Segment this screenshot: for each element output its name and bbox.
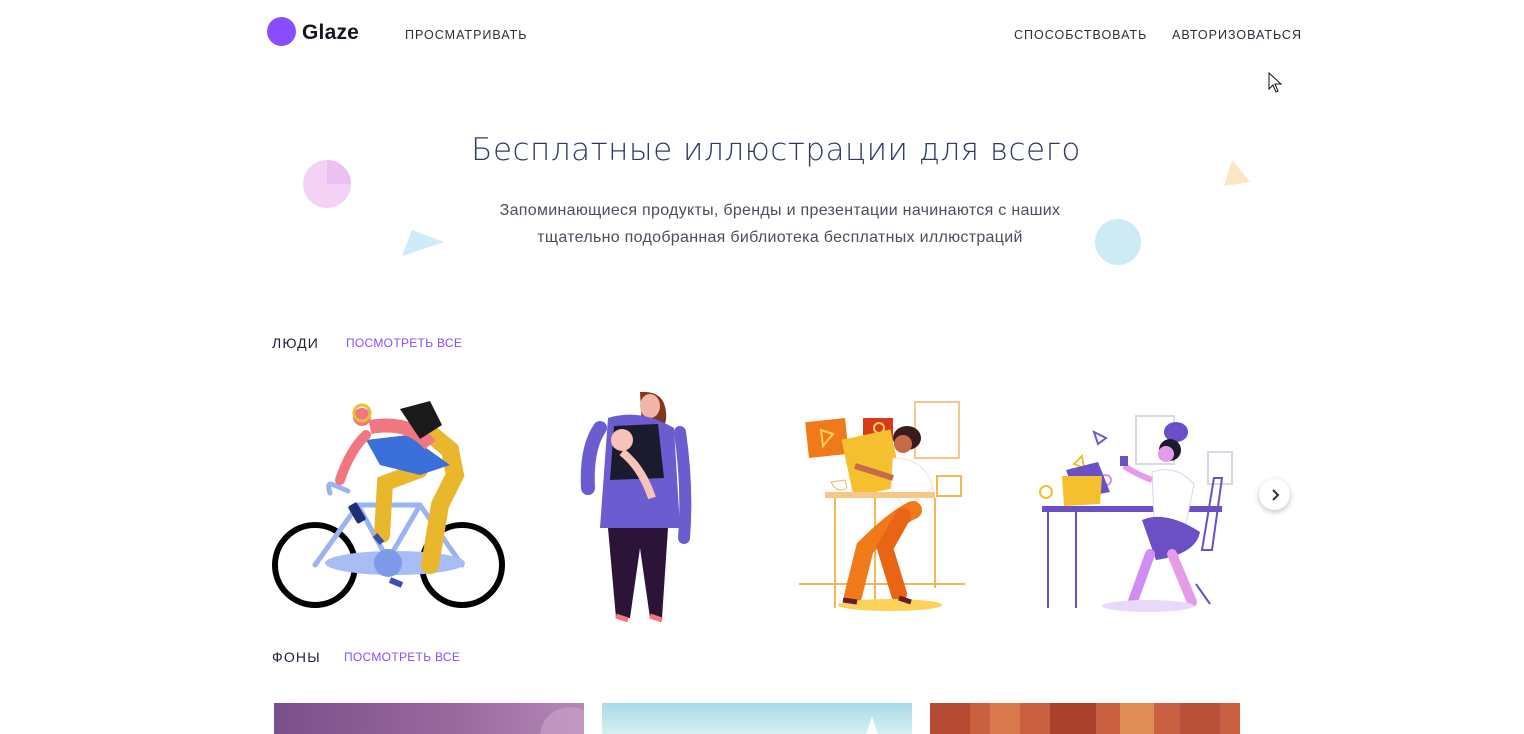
illustration-designer-desk[interactable]	[795, 398, 970, 616]
people-section-title: ЛЮДИ	[272, 335, 320, 351]
chevron-right-icon	[1271, 488, 1279, 501]
background-thumbnail-1[interactable]	[274, 703, 584, 734]
deco-yellow-triangle	[1224, 160, 1250, 186]
hero-subtitle-line-2: тщательно подобранная библиотека бесплат…	[537, 229, 1023, 246]
background-thumbnail-3-image	[930, 703, 1240, 734]
illustration-cyclist[interactable]	[270, 395, 510, 613]
backgrounds-section-title: ФОНЫ	[272, 649, 321, 665]
hero-subtitle-line-1: Запоминающиеся продукты, бренды и презен…	[499, 202, 1061, 219]
deco-blue-triangle	[402, 230, 444, 256]
background-thumbnail-1-image	[274, 703, 584, 734]
background-thumbnail-2-image	[602, 703, 912, 734]
background-thumbnail-3[interactable]	[930, 703, 1240, 734]
mouse-pointer-icon	[1268, 72, 1283, 93]
hero-subtitle: Запоминающиеся продукты, бренды и презен…	[0, 197, 1524, 251]
carousel-next-button[interactable]	[1259, 479, 1290, 510]
hero-title: Бесплатные иллюстрации для всего	[471, 132, 1081, 168]
illustration-woman-laptop[interactable]	[1036, 414, 1241, 614]
deco-pink-circle	[303, 160, 351, 208]
logo-icon[interactable]	[267, 17, 296, 46]
people-see-all-link[interactable]: ПОСМОТРЕТЬ ВСЕ	[346, 336, 462, 350]
top-navigation: Glaze ПРОСМАТРИВАТЬ СПОСОБСТВОВАТЬ АВТОР…	[0, 0, 1524, 70]
background-thumbnail-2[interactable]	[602, 703, 912, 734]
deco-blue-circle	[1095, 219, 1141, 265]
nav-contribute-link[interactable]: СПОСОБСТВОВАТЬ	[1014, 28, 1147, 42]
nav-login-link[interactable]: АВТОРИЗОВАТЬСЯ	[1172, 28, 1302, 42]
brand-name[interactable]: Glaze	[302, 21, 359, 45]
nav-browse-link[interactable]: ПРОСМАТРИВАТЬ	[405, 28, 528, 42]
backgrounds-see-all-link[interactable]: ПОСМОТРЕТЬ ВСЕ	[344, 650, 460, 664]
illustration-parent-baby[interactable]	[580, 388, 695, 623]
